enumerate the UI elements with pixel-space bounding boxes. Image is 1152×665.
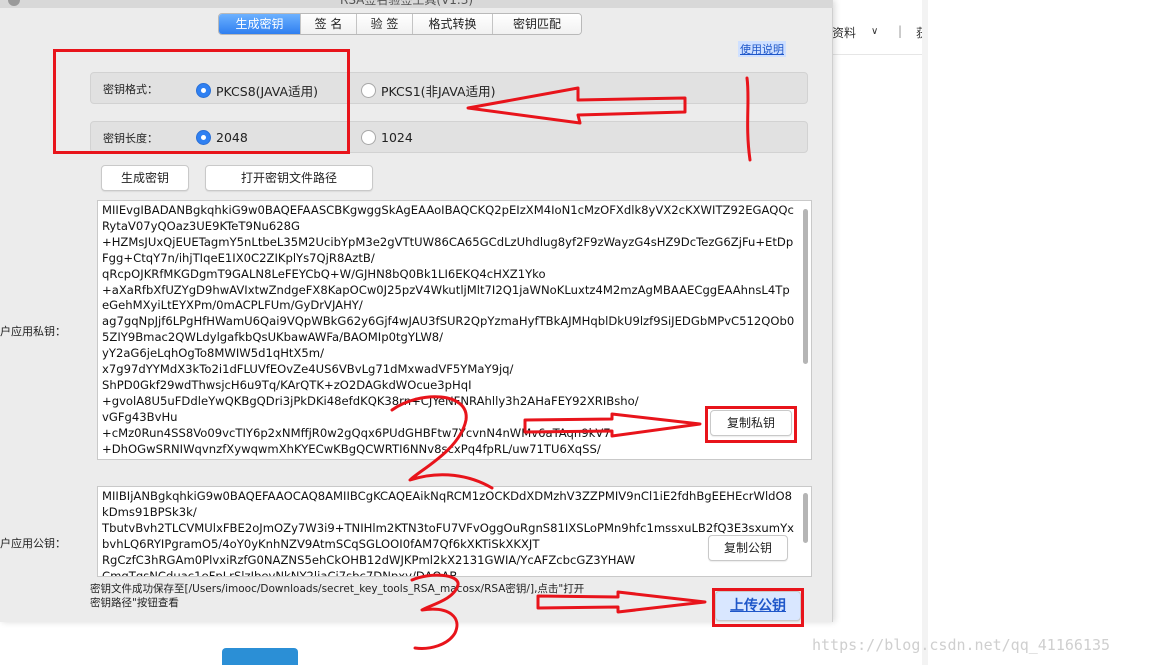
watermark: https://blog.csdn.net/qq_41166135 xyxy=(812,636,1111,654)
screenshot-canvas: 资料 ∨ | 获 RSA签名验签工具(V1.3) 生成密钥 签 名 验 签 格式… xyxy=(0,0,1152,665)
copy-public-key-button[interactable]: 复制公钥 xyxy=(708,535,788,561)
annotation-box-copy-private xyxy=(705,406,797,443)
private-key-text: MIIEvgIBADANBgkqhkiG9w0BAQEFAASCBKgwggSk… xyxy=(102,203,795,459)
radio-unselected-icon[interactable] xyxy=(361,130,376,145)
tab-format-convert[interactable]: 格式转换 xyxy=(413,14,493,34)
bg-divider xyxy=(833,54,928,55)
chevron-down-icon[interactable]: ∨ xyxy=(871,26,878,37)
bg-scroll-strip xyxy=(922,0,928,665)
tab-key-match[interactable]: 密钥匹配 xyxy=(493,14,581,34)
window-title: RSA签名验签工具(V1.3) xyxy=(340,0,474,7)
status-line-2: 密钥路径"按钮查看 xyxy=(90,597,179,609)
radio-1024[interactable]: 1024 xyxy=(361,130,413,145)
public-key-scrollbar[interactable] xyxy=(803,493,808,543)
status-message: 密钥文件成功保存至[/Users/imooc/Downloads/secret_… xyxy=(90,582,700,610)
open-key-path-button[interactable]: 打开密钥文件路径 xyxy=(205,165,373,191)
private-key-scrollbar[interactable] xyxy=(803,209,808,364)
bg-menu-item[interactable]: 资料 xyxy=(832,24,856,41)
annotation-box-upload xyxy=(712,588,804,627)
public-key-text: MIIBIjANBgkqhkiG9w0BAQEFAAOCAQ8AMIIBCgKC… xyxy=(102,489,795,577)
window-titlebar: RSA签名验签工具(V1.3) xyxy=(0,0,833,8)
bg-menu-separator: | xyxy=(898,24,903,38)
radio-pkcs1[interactable]: PKCS1(非JAVA适用) xyxy=(361,81,495,100)
radio-pkcs1-label: PKCS1(非JAVA适用) xyxy=(381,84,496,99)
help-link[interactable]: 使用说明 xyxy=(738,41,786,57)
tab-generate-key[interactable]: 生成密钥 xyxy=(219,14,301,34)
public-key-textarea[interactable]: MIIBIjANBgkqhkiG9w0BAQEFAAOCAQ8AMIIBCgKC… xyxy=(97,486,812,577)
tab-sign[interactable]: 签 名 xyxy=(301,14,357,34)
radio-1024-label: 1024 xyxy=(381,130,413,145)
private-key-label: 户应用私钥： xyxy=(0,325,66,338)
radio-unselected-icon[interactable] xyxy=(361,83,376,98)
dock-app-icon[interactable] xyxy=(222,648,298,665)
generate-key-button[interactable]: 生成密钥 xyxy=(101,165,189,191)
public-key-label: 户应用公钥： xyxy=(0,537,66,550)
window-close-icon[interactable] xyxy=(8,0,20,6)
annotation-box-options xyxy=(53,49,350,154)
tab-verify[interactable]: 验 签 xyxy=(357,14,413,34)
status-line-1: 密钥文件成功保存至[/Users/imooc/Downloads/secret_… xyxy=(90,583,585,595)
main-tabs: 生成密钥 签 名 验 签 格式转换 密钥匹配 xyxy=(218,13,582,35)
